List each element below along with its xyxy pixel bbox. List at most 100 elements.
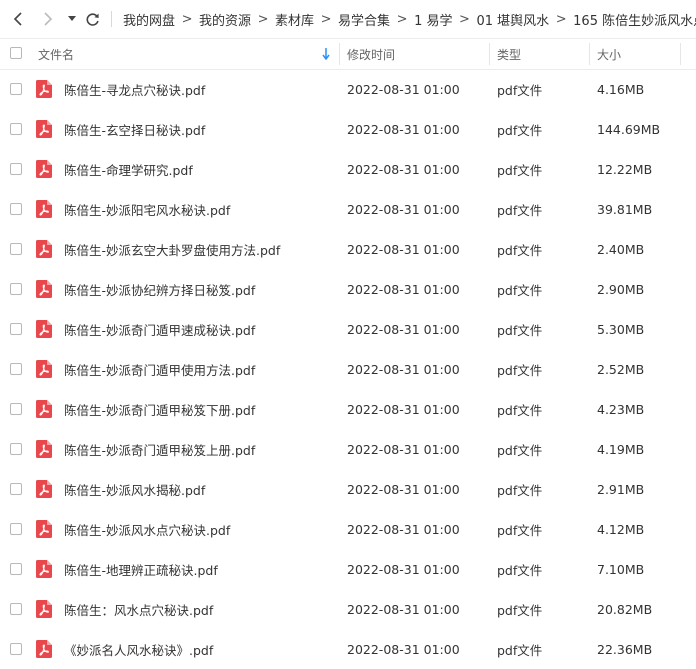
column-header-size[interactable]: 大小 xyxy=(597,39,621,69)
history-dropdown-button[interactable] xyxy=(66,9,78,29)
file-name[interactable]: 陈倍生：风水点穴秘诀.pdf xyxy=(64,589,213,629)
row-checkbox[interactable] xyxy=(10,243,22,255)
file-modified-time: 2022-08-31 01:00 xyxy=(347,81,460,97)
file-name[interactable]: 陈倍生-玄空择日秘诀.pdf xyxy=(64,109,205,149)
breadcrumb-item[interactable]: 素材库 xyxy=(275,10,314,29)
file-size: 22.36MB xyxy=(597,641,653,657)
breadcrumb-separator: > xyxy=(257,11,269,27)
forward-button[interactable] xyxy=(40,9,56,29)
file-size: 12.22MB xyxy=(597,161,653,177)
column-header-name[interactable]: 文件名 xyxy=(38,39,74,69)
file-row[interactable]: 陈倍生-玄空择日秘诀.pdf 2022-08-31 01:00 pdf文件 144.6… xyxy=(0,109,696,149)
file-row[interactable]: 陈倍生-妙派玄空大卦罗盘使用方法.pdf 2022-08-31 01:00 pdf文… xyxy=(0,229,696,269)
file-name[interactable]: 《妙派名人风水秘诀》.pdf xyxy=(64,629,213,669)
file-size: 39.81MB xyxy=(597,201,653,217)
file-name[interactable]: 陈倍生-妙派阳宅风水秘诀.pdf xyxy=(64,189,230,229)
pdf-icon xyxy=(36,440,52,458)
file-name[interactable]: 陈倍生-妙派奇门遁甲秘笈下册.pdf xyxy=(64,389,255,429)
column-divider[interactable] xyxy=(680,43,681,65)
file-row[interactable]: 陈倍生-妙派风水揭秘.pdf 2022-08-31 01:00 pdf文件 2.91M… xyxy=(0,469,696,509)
file-type: pdf文件 xyxy=(497,202,543,218)
pdf-icon xyxy=(36,80,52,98)
row-checkbox[interactable] xyxy=(10,83,22,95)
row-checkbox[interactable] xyxy=(10,563,22,575)
column-divider[interactable] xyxy=(589,43,590,65)
file-row[interactable]: 陈倍生-妙派协纪辨方择日秘笈.pdf 2022-08-31 01:00 pdf文件 2… xyxy=(0,269,696,309)
file-row[interactable]: 陈倍生：风水点穴秘诀.pdf 2022-08-31 01:00 pdf文件 20.82… xyxy=(0,589,696,629)
file-size: 4.19MB xyxy=(597,441,645,457)
file-name[interactable]: 陈倍生-命理学研究.pdf xyxy=(64,149,193,189)
file-modified-time: 2022-08-31 01:00 xyxy=(347,601,460,617)
back-button[interactable] xyxy=(10,9,26,29)
chevron-left-icon xyxy=(13,12,22,26)
file-name[interactable]: 陈倍生-寻龙点穴秘诀.pdf xyxy=(64,69,205,109)
file-size: 2.52MB xyxy=(597,361,645,377)
pdf-icon xyxy=(36,280,52,298)
refresh-button[interactable] xyxy=(83,9,101,29)
file-modified-time: 2022-08-31 01:00 xyxy=(347,321,460,337)
file-name[interactable]: 陈倍生-妙派玄空大卦罗盘使用方法.pdf xyxy=(64,229,280,269)
file-modified-time: 2022-08-31 01:00 xyxy=(347,161,460,177)
row-checkbox[interactable] xyxy=(10,403,22,415)
breadcrumb-item-current[interactable]: 165 陈倍生妙派风水点穴 xyxy=(573,10,696,29)
pdf-icon xyxy=(36,480,52,498)
row-checkbox[interactable] xyxy=(10,163,22,175)
breadcrumb-separator: > xyxy=(555,11,567,27)
file-name[interactable]: 陈倍生-妙派协纪辨方择日秘笈.pdf xyxy=(64,269,255,309)
refresh-icon xyxy=(86,12,99,26)
file-type: pdf文件 xyxy=(497,242,543,258)
select-all-checkbox[interactable] xyxy=(10,47,22,59)
row-checkbox[interactable] xyxy=(10,323,22,335)
top-navigation-bar: 我的网盘 > 我的资源 > 素材库 > 易学合集 > 1 易学 > 01 堪舆风… xyxy=(0,0,696,38)
arrow-down-icon[interactable] xyxy=(322,48,330,60)
row-checkbox[interactable] xyxy=(10,523,22,535)
file-name[interactable]: 陈倍生-妙派风水点穴秘诀.pdf xyxy=(64,509,230,549)
breadcrumb-item[interactable]: 1 易学 xyxy=(414,10,452,29)
file-row[interactable]: 陈倍生-妙派奇门遁甲秘笈上册.pdf 2022-08-31 01:00 pdf文件 4… xyxy=(0,429,696,469)
row-checkbox[interactable] xyxy=(10,643,22,655)
pdf-icon xyxy=(36,200,52,218)
column-header-modified[interactable]: 修改时间 xyxy=(347,39,395,69)
row-checkbox[interactable] xyxy=(10,203,22,215)
row-checkbox[interactable] xyxy=(10,363,22,375)
file-size: 4.16MB xyxy=(597,81,645,97)
file-row[interactable]: 陈倍生-妙派奇门遁甲秘笈下册.pdf 2022-08-31 01:00 pdf文件 4… xyxy=(0,389,696,429)
file-row[interactable]: 陈倍生-地理辨正疏秘诀.pdf 2022-08-31 01:00 pdf文件 7.10… xyxy=(0,549,696,589)
row-checkbox[interactable] xyxy=(10,123,22,135)
file-modified-time: 2022-08-31 01:00 xyxy=(347,521,460,537)
file-name[interactable]: 陈倍生-妙派奇门遁甲速成秘诀.pdf xyxy=(64,309,255,349)
breadcrumb-item[interactable]: 01 堪舆风水 xyxy=(476,10,549,29)
column-header-type[interactable]: 类型 xyxy=(497,39,521,69)
file-row[interactable]: 陈倍生-妙派奇门遁甲速成秘诀.pdf 2022-08-31 01:00 pdf文件 5… xyxy=(0,309,696,349)
breadcrumb-item[interactable]: 我的资源 xyxy=(199,10,251,29)
file-modified-time: 2022-08-31 01:00 xyxy=(347,401,460,417)
row-checkbox[interactable] xyxy=(10,483,22,495)
file-modified-time: 2022-08-31 01:00 xyxy=(347,481,460,497)
file-row[interactable]: 陈倍生-妙派风水点穴秘诀.pdf 2022-08-31 01:00 pdf文件 4.1… xyxy=(0,509,696,549)
file-name[interactable]: 陈倍生-妙派奇门遁甲秘笈上册.pdf xyxy=(64,429,255,469)
row-checkbox[interactable] xyxy=(10,283,22,295)
row-checkbox[interactable] xyxy=(10,603,22,615)
pdf-icon xyxy=(36,560,52,578)
file-row[interactable]: 陈倍生-命理学研究.pdf 2022-08-31 01:00 pdf文件 12.22M… xyxy=(0,149,696,189)
file-size: 2.40MB xyxy=(597,241,645,257)
file-row[interactable]: 陈倍生-妙派奇门遁甲使用方法.pdf 2022-08-31 01:00 pdf文件 2… xyxy=(0,349,696,389)
file-list-header: 文件名 修改时间 类型 大小 xyxy=(0,38,696,70)
column-divider[interactable] xyxy=(489,43,490,65)
row-checkbox[interactable] xyxy=(10,443,22,455)
toolbar-divider xyxy=(111,11,112,27)
pdf-icon xyxy=(36,320,52,338)
caret-down-icon xyxy=(68,16,76,21)
breadcrumb-item[interactable]: 我的网盘 xyxy=(123,10,175,29)
file-size: 2.91MB xyxy=(597,481,645,497)
breadcrumb-item[interactable]: 易学合集 xyxy=(338,10,390,29)
pdf-icon xyxy=(36,160,52,178)
file-type: pdf文件 xyxy=(497,642,543,658)
column-divider[interactable] xyxy=(339,43,340,65)
file-row[interactable]: 《妙派名人风水秘诀》.pdf 2022-08-31 01:00 pdf文件 22.36… xyxy=(0,629,696,669)
file-name[interactable]: 陈倍生-妙派奇门遁甲使用方法.pdf xyxy=(64,349,255,389)
file-name[interactable]: 陈倍生-妙派风水揭秘.pdf xyxy=(64,469,205,509)
file-name[interactable]: 陈倍生-地理辨正疏秘诀.pdf xyxy=(64,549,218,589)
file-row[interactable]: 陈倍生-妙派阳宅风水秘诀.pdf 2022-08-31 01:00 pdf文件 39.… xyxy=(0,189,696,229)
file-row[interactable]: 陈倍生-寻龙点穴秘诀.pdf 2022-08-31 01:00 pdf文件 4.16M… xyxy=(0,69,696,109)
